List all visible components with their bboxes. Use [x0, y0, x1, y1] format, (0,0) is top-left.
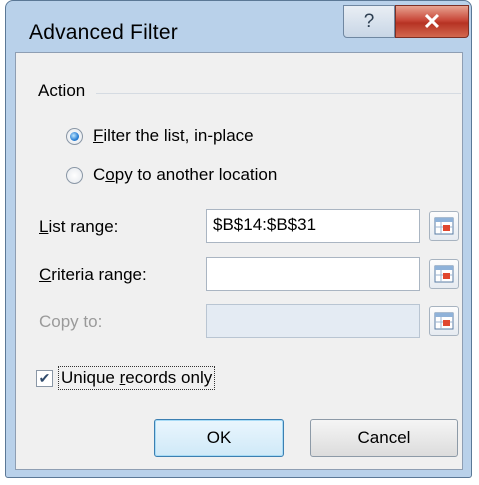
unique-records-label: Unique records only: [58, 366, 216, 390]
help-button[interactable]: ?: [343, 5, 395, 38]
radio-copy-to-location-label: Copy to another location: [93, 165, 278, 184]
dialog-title: Advanced Filter: [29, 21, 178, 44]
copy-to-input: [206, 304, 420, 338]
close-icon: ✕: [422, 8, 442, 34]
criteria-range-label: Criteria range:: [39, 265, 147, 284]
ok-button[interactable]: OK: [154, 419, 284, 457]
criteria-range-input[interactable]: [206, 257, 420, 291]
advanced-filter-dialog: Advanced Filter ? ✕ Action Filter the li…: [5, 0, 472, 478]
list-range-input[interactable]: $B$14:$B$31: [206, 209, 420, 243]
help-icon: ?: [363, 10, 375, 32]
action-group-label: Action: [38, 81, 86, 100]
range-select-icon: [434, 312, 454, 330]
dialog-body: Action Filter the list, in-place Copy to…: [15, 52, 463, 470]
unique-records-checkbox[interactable]: ✔: [36, 369, 53, 387]
close-button[interactable]: ✕: [395, 5, 469, 38]
cancel-button[interactable]: Cancel: [310, 419, 458, 457]
range-select-icon: [434, 265, 454, 283]
action-group-divider: [96, 93, 461, 94]
radio-button-selected[interactable]: [66, 127, 83, 145]
copy-to-label: Copy to:: [39, 312, 103, 331]
list-range-ref-button[interactable]: [429, 211, 459, 241]
criteria-range-ref-button[interactable]: [429, 259, 459, 289]
radio-copy-to-location[interactable]: Copy to another location: [66, 165, 277, 185]
radio-filter-in-place[interactable]: Filter the list, in-place: [66, 126, 254, 146]
radio-button[interactable]: [66, 166, 83, 184]
range-select-icon: [434, 217, 454, 235]
radio-filter-in-place-label: Filter the list, in-place: [93, 126, 254, 145]
copy-to-ref-button: [429, 306, 459, 336]
unique-records-checkbox-row[interactable]: ✔ Unique records only: [36, 366, 216, 390]
list-range-label: List range:: [39, 217, 119, 236]
